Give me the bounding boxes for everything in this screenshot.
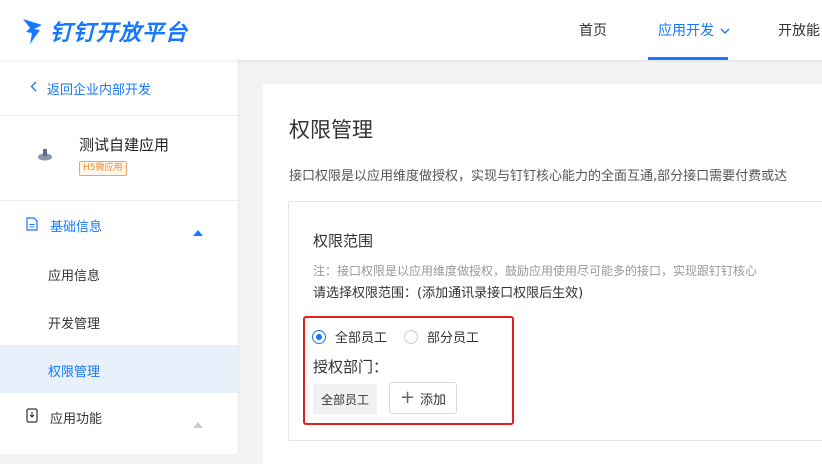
add-button-label: 添加 (420, 392, 447, 408)
radio-partial-employees-label[interactable]: 部分员工 (427, 327, 479, 346)
app-name: 测试自建应用 (79, 136, 170, 154)
caret-up-icon (193, 413, 203, 432)
document-icon (26, 216, 38, 235)
chevron-left-icon (30, 81, 37, 96)
radio-all-employees[interactable] (312, 329, 326, 344)
auth-dept-label: 授权部门： (313, 358, 389, 376)
section-basic-info[interactable]: 基础信息 (26, 216, 102, 235)
section-app-function-label: 应用功能 (50, 412, 103, 427)
radio-all-employees-label[interactable]: 全部员工 (335, 327, 387, 346)
card-note: 注：接口权限是以应用维度做授权，鼓励应用使用尽可能多的接口，实现跟钉钉核心 (313, 264, 758, 278)
plus-icon: + (399, 387, 416, 408)
sidebar-item-app-info[interactable]: 应用信息 (48, 265, 100, 284)
scope-instruction: 请选择权限范围：(添加通讯录接口权限后生效) (313, 286, 584, 301)
nav-active-indicator (648, 57, 728, 60)
section-basic-info-label: 基础信息 (50, 220, 103, 235)
sidebar-item-dev-manage[interactable]: 开发管理 (48, 313, 100, 332)
top-bar: 钉钉开放平台 首页 应用开发 开放能 (0, 0, 822, 60)
card-title: 权限范围 (313, 232, 374, 250)
app-icon (36, 146, 54, 165)
page-title: 权限管理 (289, 118, 373, 142)
back-link-label: 返回企业内部开发 (47, 83, 152, 98)
page-description: 接口权限是以应用维度做授权，实现与钉钉核心能力的全面互通,部分接口需要付费或达 (289, 169, 788, 184)
app-type-badge: H5微应用 (79, 161, 127, 176)
scope-radio-group: 全部员工 部分员工 (312, 327, 496, 346)
phone-icon (26, 408, 38, 427)
dingtalk-logo-icon (22, 16, 44, 46)
caret-up-icon (193, 221, 203, 240)
section-app-function[interactable]: 应用功能 (26, 408, 102, 427)
nav-app-dev[interactable]: 应用开发 (658, 0, 730, 60)
sidebar-item-permissions[interactable]: 权限管理 (48, 361, 100, 380)
logo[interactable]: 钉钉开放平台 (22, 15, 188, 47)
add-button[interactable]: + 添加 (389, 382, 457, 414)
divider (0, 200, 238, 201)
brand-name: 钉钉开放平台 (50, 21, 189, 46)
sidebar-item-active-bg (0, 345, 238, 393)
nav-capability[interactable]: 开放能 (778, 0, 820, 60)
nav-app-dev-label: 应用开发 (658, 23, 714, 39)
dept-tag: 全部员工 (313, 384, 377, 414)
chevron-down-icon (720, 22, 730, 38)
divider (0, 115, 238, 116)
radio-partial-employees[interactable] (404, 329, 419, 344)
back-link[interactable]: 返回企业内部开发 (30, 79, 151, 98)
nav-home[interactable]: 首页 (579, 0, 607, 60)
sidebar: 返回企业内部开发 测试自建应用 H5微应用 基础信息 应用信息 开发管理 权限管… (0, 60, 239, 454)
